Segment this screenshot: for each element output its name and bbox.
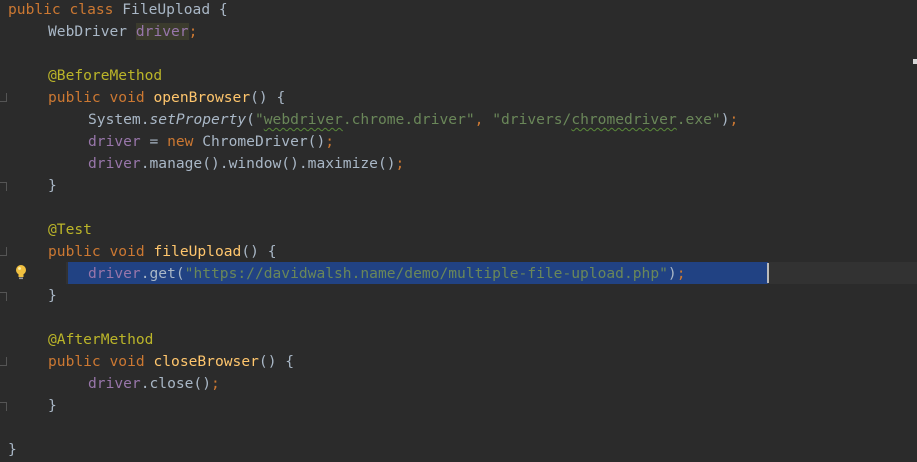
- fold-marker-icon[interactable]: [0, 93, 7, 102]
- code-line-annotation-after[interactable]: @AfterMethod: [48, 330, 153, 352]
- text-caret: [767, 263, 769, 283]
- receiver: System.: [88, 111, 150, 128]
- code-line-class-decl[interactable]: public class FileUpload {: [8, 0, 228, 22]
- annotation: @BeforeMethod: [48, 67, 163, 84]
- fold-marker-icon[interactable]: [0, 357, 7, 366]
- field-name: driver: [135, 23, 189, 40]
- code-line-open-browser-decl[interactable]: public void openBrowser() {: [48, 88, 285, 110]
- string-quote: ": [254, 111, 264, 128]
- code-line-annotation-test[interactable]: @Test: [48, 220, 92, 242]
- type-name: WebDriver: [48, 23, 128, 40]
- keyword: public: [48, 89, 101, 106]
- string-quote: ": [465, 111, 475, 128]
- code-line-driver-get[interactable]: driver.get("https://davidwalsh.name/demo…: [88, 264, 686, 286]
- string-fragment: .chrome.driver: [342, 111, 466, 128]
- semicolon: ;: [188, 23, 198, 40]
- code-line-file-upload-decl[interactable]: public void fileUpload() {: [48, 242, 277, 264]
- brace: }: [48, 397, 57, 414]
- fold-marker-icon[interactable]: [0, 292, 7, 301]
- fold-marker-icon[interactable]: [0, 402, 7, 411]
- method-name: closeBrowser: [153, 353, 259, 370]
- keyword: new: [167, 133, 194, 150]
- brace: {: [218, 1, 228, 18]
- keyword: void: [109, 89, 145, 106]
- scrollbar-error-stripe[interactable]: [913, 59, 917, 64]
- paren-open: (: [246, 111, 255, 128]
- method-chain: .manage().window().maximize(): [140, 155, 396, 172]
- paren-close: ): [667, 265, 677, 282]
- signature: () {: [258, 353, 295, 370]
- semicolon: ;: [211, 375, 220, 392]
- semicolon: ;: [395, 155, 405, 172]
- code-line-maximize[interactable]: driver.manage().window().maximize();: [88, 154, 404, 176]
- brace: }: [8, 441, 17, 458]
- string-fragment: chromedriver: [571, 111, 677, 128]
- brace: }: [48, 287, 57, 304]
- code-line-annotation-before[interactable]: @BeforeMethod: [48, 66, 162, 88]
- keyword: public: [48, 353, 101, 370]
- field-name: driver: [88, 133, 141, 150]
- semicolon: ;: [676, 265, 686, 282]
- method-name: openBrowser: [153, 89, 251, 106]
- static-method: setProperty: [149, 111, 247, 128]
- brace: }: [48, 177, 57, 194]
- string-fragment: .exe": [676, 111, 721, 128]
- code-line-close-browser-decl[interactable]: public void closeBrowser() {: [48, 352, 294, 374]
- string-fragment: webdriver: [263, 111, 343, 128]
- code-line-close-brace[interactable]: }: [48, 176, 57, 198]
- semicolon: ;: [729, 111, 739, 128]
- lightbulb-icon[interactable]: [13, 263, 29, 281]
- code-editor[interactable]: public class FileUpload { WebDriver driv…: [0, 0, 917, 462]
- fold-marker-icon[interactable]: [0, 247, 7, 256]
- url-string: "https://davidwalsh.name/demo/multiple-f…: [184, 265, 668, 282]
- field-name: driver: [88, 155, 141, 172]
- operator: =: [140, 133, 168, 150]
- annotation: @AfterMethod: [48, 331, 154, 348]
- method-name: fileUpload: [153, 243, 242, 260]
- string-fragment: "drivers/: [492, 111, 572, 128]
- code-line-close-brace[interactable]: }: [48, 286, 57, 308]
- keyword: void: [109, 243, 145, 260]
- method-call: .close(): [140, 375, 212, 392]
- annotation: @Test: [48, 221, 92, 238]
- signature: () {: [250, 89, 286, 106]
- code-line-close-brace[interactable]: }: [48, 396, 57, 418]
- keyword: class: [69, 1, 114, 18]
- code-line-assign-driver[interactable]: driver = new ChromeDriver();: [88, 132, 334, 154]
- semicolon: ;: [325, 133, 335, 150]
- comma: ,: [474, 111, 493, 128]
- code-line-set-property[interactable]: System.setProperty("webdriver.chrome.dri…: [88, 110, 738, 132]
- keyword: public: [8, 1, 61, 18]
- code-line-driver-close[interactable]: driver.close();: [88, 374, 220, 396]
- keyword: public: [48, 243, 101, 260]
- keyword: void: [109, 353, 145, 370]
- class-name: FileUpload: [122, 1, 211, 18]
- code-line-field-decl[interactable]: WebDriver driver;: [48, 22, 197, 44]
- fold-marker-icon[interactable]: [0, 182, 7, 191]
- method-call: .get(: [140, 265, 185, 282]
- field-name: driver: [88, 375, 141, 392]
- constructor-call: ChromeDriver(): [193, 133, 326, 150]
- signature: () {: [241, 243, 277, 260]
- field-name: driver: [88, 265, 141, 282]
- code-line-class-close[interactable]: }: [8, 440, 17, 462]
